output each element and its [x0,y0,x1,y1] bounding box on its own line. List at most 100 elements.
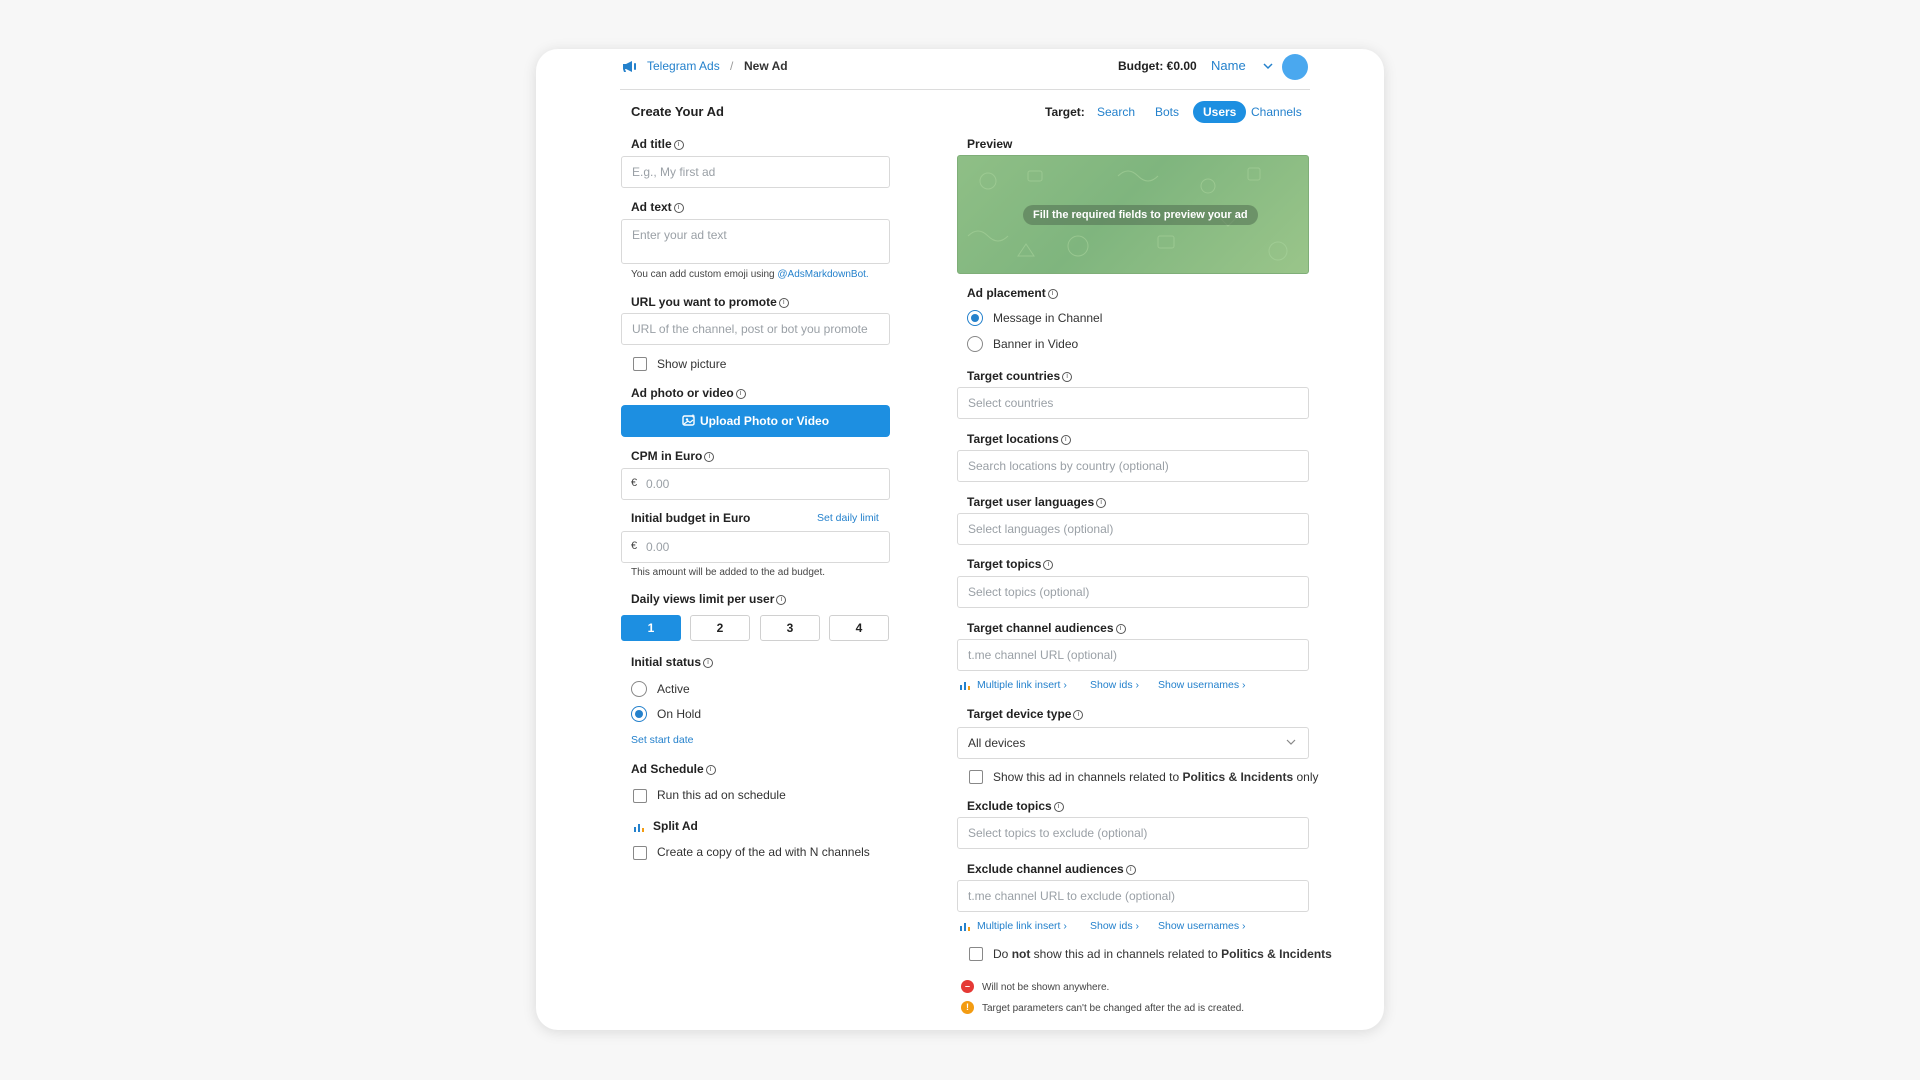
multiple-link-insert-link[interactable]: Multiple link insert › [977,678,1067,692]
warning-not-shown: Will not be shown anywhere. [982,982,1110,993]
megaphone-icon [622,60,638,76]
schedule-checkbox-label: Run this ad on schedule [657,788,786,802]
warning-icon: ! [961,1001,974,1014]
tab-search[interactable]: Search [1087,101,1145,123]
split-ad-label: Split Ad [653,819,698,833]
info-icon[interactable]: i [705,764,716,775]
ad-text-hint: You can add custom emoji using @AdsMarkd… [631,269,869,280]
cpm-currency-symbol: € [631,477,638,489]
info-icon[interactable]: i [1047,288,1058,299]
no-politics-checkbox[interactable] [969,947,983,961]
info-icon[interactable]: i [1096,497,1107,508]
top-bar: Telegram Ads / New Ad Budget: €0.00 Name [620,54,1310,90]
topics-input[interactable] [957,576,1309,608]
countries-input[interactable] [957,387,1309,419]
locations-input[interactable] [957,450,1309,482]
no-politics-label: Do not show this ad in channels related … [993,947,1332,961]
info-icon[interactable]: i [1043,559,1054,570]
ad-title-label: Ad title i [631,136,684,152]
device-type-value: All devices [968,736,1026,750]
schedule-checkbox[interactable] [633,789,647,803]
ad-title-input[interactable] [621,156,890,188]
device-type-label: Target device type i [967,706,1084,722]
status-on-hold-radio[interactable] [631,706,647,722]
ad-placement-label: Ad placement i [967,285,1058,301]
placement-banner-label: Banner in Video [993,337,1079,351]
info-icon[interactable]: i [703,657,714,668]
status-active-label: Active [657,682,690,696]
target-label: Target: [1045,105,1085,119]
error-icon: – [961,980,974,993]
bar-chart-icon [634,822,645,835]
info-icon[interactable]: i [673,139,684,150]
info-icon[interactable]: i [1073,709,1084,720]
breadcrumb-home-link[interactable]: Telegram Ads [647,58,720,74]
url-input[interactable] [621,313,890,345]
breadcrumb-separator: / [730,59,734,73]
budget-display: Budget: €0.00 [1118,59,1197,73]
info-icon[interactable]: i [1125,864,1136,875]
cpm-label: CPM in Euro i [631,448,715,464]
cpm-input[interactable] [621,468,890,500]
ad-photo-label: Ad photo or video i [631,385,746,401]
exclude-topics-input[interactable] [957,817,1309,849]
politics-only-checkbox[interactable] [969,770,983,784]
info-icon[interactable]: i [735,388,746,399]
daily-views-option-3[interactable]: 3 [760,615,820,641]
split-ad-checkbox[interactable] [633,846,647,860]
exclude-multiple-link-insert-link[interactable]: Multiple link insert › [977,919,1067,933]
avatar[interactable] [1282,54,1308,80]
initial-status-label: Initial status i [631,654,714,670]
chevron-down-icon [1286,728,1296,758]
info-icon[interactable]: i [1060,434,1071,445]
tab-bots[interactable]: Bots [1145,101,1189,123]
preview-placeholder: Fill the required fields to preview your… [1023,205,1258,225]
url-label: URL you want to promote i [631,294,789,310]
info-icon[interactable]: i [704,451,715,462]
tab-users[interactable]: Users [1193,101,1247,123]
preview-label: Preview [967,137,1013,151]
bar-chart-icon [960,922,970,934]
status-on-hold-label: On Hold [657,707,702,721]
breadcrumb-current: New Ad [744,59,788,73]
show-picture-checkbox[interactable] [633,357,647,371]
channel-audiences-input[interactable] [957,639,1309,671]
info-icon[interactable]: i [776,594,787,605]
budget-currency-symbol: € [631,540,638,552]
target-languages-label: Target user languages i [967,494,1107,510]
target-countries-label: Target countries i [967,368,1073,384]
info-icon[interactable]: i [778,297,789,308]
daily-views-option-1[interactable]: 1 [621,615,681,641]
politics-only-label: Show this ad in channels related to Poli… [993,770,1319,784]
exclude-audiences-input[interactable] [957,880,1309,912]
budget-input[interactable] [621,531,890,563]
budget-hint: This amount will be added to the ad budg… [631,567,826,578]
daily-views-option-2[interactable]: 2 [690,615,750,641]
device-type-select[interactable]: All devices [957,727,1309,759]
set-start-date-link[interactable]: Set start date [631,733,693,747]
placement-banner-radio[interactable] [967,336,983,352]
tab-channels[interactable]: Channels [1241,101,1312,123]
info-icon[interactable]: i [1115,623,1126,634]
set-daily-limit-link[interactable]: Set daily limit [817,511,879,525]
ad-schedule-label: Ad Schedule i [631,761,716,777]
budget-label: Initial budget in Euro [631,511,751,525]
show-usernames-link[interactable]: Show usernames › [1158,678,1246,692]
ad-text-input[interactable] [621,219,890,264]
chevron-down-icon[interactable] [1263,61,1273,74]
split-ad-checkbox-label: Create a copy of the ad with N channels [657,845,870,859]
daily-views-label: Daily views limit per user i [631,591,787,607]
info-icon[interactable]: i [1053,801,1064,812]
placement-message-radio[interactable] [967,310,983,326]
languages-input[interactable] [957,513,1309,545]
upload-photo-button[interactable]: Upload Photo or Video [621,405,890,437]
exclude-show-usernames-link[interactable]: Show usernames › [1158,919,1246,933]
daily-views-option-4[interactable]: 4 [829,615,889,641]
status-active-radio[interactable] [631,681,647,697]
user-name[interactable]: Name [1211,58,1246,74]
exclude-show-ids-link[interactable]: Show ids › [1090,919,1139,933]
info-icon[interactable]: i [1062,371,1073,382]
info-icon[interactable]: i [673,202,684,213]
ads-markdown-bot-link[interactable]: @AdsMarkdownBot. [777,269,868,280]
show-ids-link[interactable]: Show ids › [1090,678,1139,692]
